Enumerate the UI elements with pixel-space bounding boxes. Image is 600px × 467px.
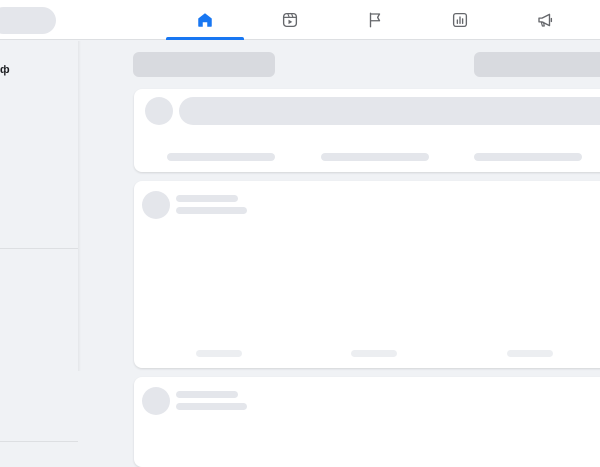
tab-pages[interactable] [336,0,414,40]
chart-icon [452,12,468,28]
avatar-placeholder [142,387,170,415]
post-action-placeholder [507,350,553,357]
post-meta-placeholder [176,207,247,214]
sidebar-edge [78,41,81,371]
post-action-placeholder [196,350,242,357]
home-icon [198,13,212,27]
sidebar-divider [0,441,78,442]
tab-reels[interactable] [251,0,329,40]
composer-card-placeholder [134,89,600,172]
post-action-placeholder [351,350,397,357]
composer-action-placeholder [167,153,275,161]
post-meta-placeholder [176,403,247,410]
search-bar-placeholder[interactable] [0,7,56,34]
composer-action-placeholder [321,153,429,161]
top-navigation-bar [0,0,600,40]
flag-icon [369,12,381,28]
composer-action-placeholder [474,153,582,161]
sidebar-divider [0,248,78,249]
megaphone-icon [538,13,553,27]
post-author-placeholder [176,195,238,202]
tab-ads[interactable] [506,0,584,40]
avatar-placeholder [142,191,170,219]
post-author-placeholder [176,391,238,398]
tab-home[interactable] [166,0,244,40]
avatar-placeholder [145,97,173,125]
left-sidebar: ф [0,41,80,450]
post-card-placeholder [134,181,600,368]
page-header-placeholder [133,52,275,77]
post-card-placeholder [134,377,600,467]
sidebar-item-label: ф [0,64,10,76]
header-action-placeholder [474,52,600,77]
tab-insights[interactable] [421,0,499,40]
reels-icon [282,12,298,28]
composer-input-placeholder[interactable] [179,97,600,125]
